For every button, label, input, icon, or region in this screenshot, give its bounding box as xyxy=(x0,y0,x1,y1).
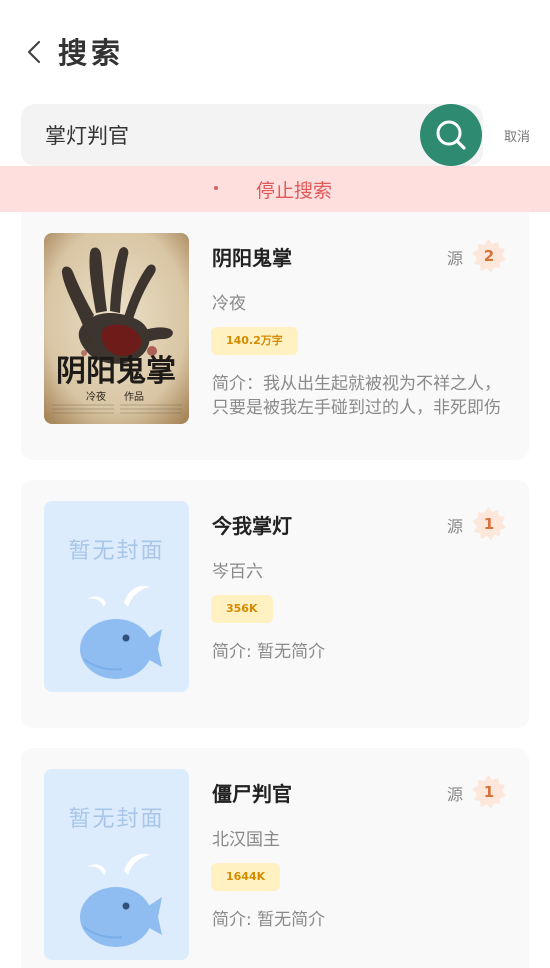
stop-search-button[interactable]: 停止搜索 xyxy=(256,176,332,203)
book-intro: 简介: 暂无简介 xyxy=(212,642,326,662)
source-count: 1 xyxy=(483,783,495,801)
book-cover-art: 阴阳鬼掌 冷夜 作品 xyxy=(44,233,189,424)
book-cover: 阴阳鬼掌 冷夜 作品 xyxy=(44,233,189,424)
chevron-left-icon xyxy=(27,40,41,64)
word-count-tag: 1644K xyxy=(211,863,281,891)
book-author: 冷夜 xyxy=(212,294,246,314)
source-label: 源 xyxy=(447,785,464,804)
book-card[interactable]: 阴阳鬼掌 冷夜 作品 阴阳鬼掌 源 2 冷夜 140.2万字 简介：我从出生起就… xyxy=(21,212,529,460)
book-intro: 简介: 暂无简介 xyxy=(212,910,326,930)
source-count-badge[interactable]: 1 xyxy=(470,773,508,811)
source-count: 2 xyxy=(483,247,495,265)
search-button[interactable] xyxy=(420,104,482,166)
cover-art-author: 冷夜 xyxy=(86,390,106,403)
search-row: 取消 xyxy=(21,104,550,166)
book-title[interactable]: 今我掌灯 xyxy=(212,510,292,539)
page-title: 搜索 xyxy=(58,36,125,70)
book-title[interactable]: 阴阳鬼掌 xyxy=(212,242,292,271)
book-cover-placeholder: 暂无封面 xyxy=(44,769,189,960)
whale-icon xyxy=(80,853,162,947)
back-button[interactable] xyxy=(16,34,52,70)
search-icon xyxy=(436,120,466,150)
search-input[interactable] xyxy=(45,116,425,154)
word-count-tag: 356K xyxy=(211,595,273,623)
source-label: 源 xyxy=(447,517,464,536)
loading-dot-icon xyxy=(214,186,218,190)
book-title[interactable]: 僵尸判官 xyxy=(212,778,292,807)
cover-art-title: 阴阳鬼掌 xyxy=(56,354,176,389)
cancel-button[interactable]: 取消 xyxy=(504,126,530,145)
book-author: 岑百六 xyxy=(212,562,263,582)
word-count-tag: 140.2万字 xyxy=(211,327,298,355)
book-intro: 简介：我从出生起就被视为不祥之人，只要是被我左手碰到过的人，非死即伤 xyxy=(212,374,501,418)
whale-icon xyxy=(80,585,162,679)
source-count: 1 xyxy=(483,515,495,533)
source-count-badge[interactable]: 1 xyxy=(470,505,508,543)
search-box xyxy=(21,104,483,166)
cover-art-suffix: 作品 xyxy=(124,391,144,403)
stop-search-bar[interactable]: 停止搜索 xyxy=(0,166,550,212)
book-card[interactable]: 暂无封面 僵尸判官 源 1 北汉国主 1644K 简介: 暂无简介 xyxy=(21,748,529,968)
book-cover-placeholder: 暂无封面 xyxy=(44,501,189,692)
source-count-badge[interactable]: 2 xyxy=(470,237,508,275)
source-label: 源 xyxy=(447,249,464,268)
book-author: 北汉国主 xyxy=(212,830,280,850)
book-card[interactable]: 暂无封面 今我掌灯 源 1 岑百六 356K 简介: 暂无简介 xyxy=(21,480,529,728)
header: 搜索 xyxy=(0,0,550,104)
